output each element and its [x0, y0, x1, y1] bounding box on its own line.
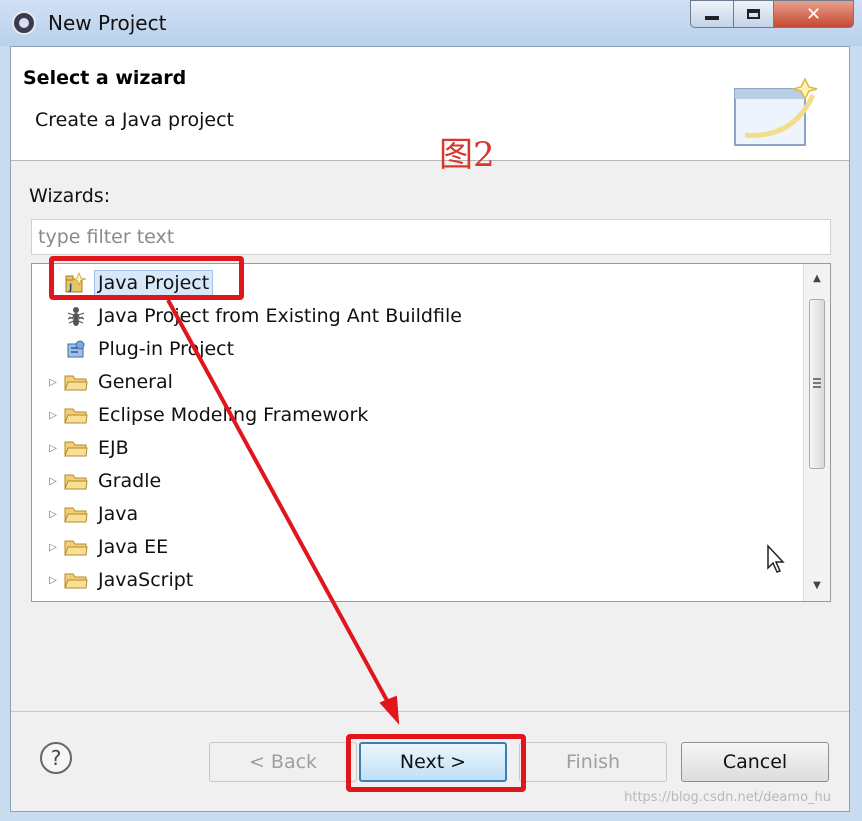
tree-item-label: Java Project from Existing Ant Buildfile — [98, 305, 462, 327]
grip-icon — [813, 378, 821, 380]
folder-icon — [64, 403, 88, 427]
scroll-up-icon[interactable]: ▲ — [804, 268, 830, 290]
watermark: https://blog.csdn.net/deamo_hu — [624, 790, 831, 805]
footer-divider — [11, 711, 849, 712]
mouse-cursor-icon — [767, 544, 785, 573]
cancel-button[interactable]: Cancel — [681, 742, 829, 782]
folder-icon — [64, 436, 88, 460]
folder-icon — [64, 370, 88, 394]
tree-item-plugin-project[interactable]: Plug-in Project — [46, 334, 234, 364]
tree-item-java-ee[interactable]: ▷ Java EE — [46, 532, 168, 562]
finish-button[interactable]: Finish — [519, 742, 667, 782]
banner-subtitle: Create a Java project — [35, 109, 234, 131]
tree-item-ant-buildfile[interactable]: Java Project from Existing Ant Buildfile — [46, 301, 462, 331]
ant-icon — [64, 304, 88, 328]
tree-item-emf[interactable]: ▷ Eclipse Modeling Framework — [46, 400, 368, 430]
maximize-button[interactable] — [734, 0, 774, 28]
svg-text:J: J — [68, 283, 72, 293]
new-project-dialog: Select a wizard Create a Java project 图2… — [10, 46, 850, 812]
tree-item-label: JavaScript — [98, 569, 194, 591]
plugin-project-icon — [64, 337, 88, 361]
help-glyph: ? — [51, 746, 62, 770]
tree-item-javascript[interactable]: ▷ JavaScript — [46, 565, 193, 595]
tree-item-label: Gradle — [98, 470, 162, 492]
folder-icon — [64, 535, 88, 559]
filter-input[interactable] — [31, 219, 831, 255]
wizard-tree[interactable]: J Java Project Java Project from Existin… — [31, 263, 831, 602]
help-icon[interactable]: ? — [39, 741, 73, 775]
expand-arrow-icon[interactable]: ▷ — [46, 476, 60, 487]
wizards-label: Wizards: — [29, 185, 111, 207]
tree-item-label: EJB — [98, 437, 129, 459]
tree-item-java-project[interactable]: J Java Project — [46, 268, 214, 298]
tree-item-ejb[interactable]: ▷ EJB — [46, 433, 129, 463]
banner-title: Select a wizard — [23, 67, 187, 89]
scroll-down-icon[interactable]: ▼ — [804, 575, 830, 597]
tree-item-general[interactable]: ▷ General — [46, 367, 173, 397]
maximize-icon — [747, 9, 760, 19]
eclipse-icon — [12, 11, 36, 35]
vertical-scrollbar[interactable]: ▲ ▼ — [803, 264, 830, 601]
tree-item-label: Plug-in Project — [98, 338, 235, 360]
close-icon: ✕ — [805, 3, 822, 25]
expand-arrow-icon[interactable]: ▷ — [46, 377, 60, 388]
expand-arrow-icon[interactable]: ▷ — [46, 575, 60, 586]
next-button[interactable]: Next > — [359, 742, 507, 782]
tree-item-label: Java — [98, 503, 139, 525]
close-button[interactable]: ✕ — [774, 0, 854, 28]
window-titlebar: New Project ✕ — [0, 0, 862, 46]
scroll-thumb[interactable] — [809, 299, 825, 469]
minimize-icon — [705, 16, 719, 20]
tree-item-gradle[interactable]: ▷ Gradle — [46, 466, 161, 496]
tree-item-label: Java EE — [98, 536, 169, 558]
window-title: New Project — [48, 11, 167, 35]
tree-item-java[interactable]: ▷ Java — [46, 499, 138, 529]
expand-arrow-icon[interactable]: ▷ — [46, 443, 60, 454]
tree-item-label: Eclipse Modeling Framework — [98, 404, 369, 426]
tree-item-label: Java Project — [94, 270, 214, 296]
wizard-banner: Select a wizard Create a Java project 图2 — [11, 47, 849, 175]
expand-arrow-icon[interactable]: ▷ — [46, 410, 60, 421]
folder-icon — [64, 469, 88, 493]
folder-icon — [64, 502, 88, 526]
wizard-banner-icon — [734, 77, 818, 146]
folder-icon — [64, 568, 88, 592]
window-controls: ✕ — [690, 0, 854, 30]
expand-arrow-icon[interactable]: ▷ — [46, 542, 60, 553]
expand-arrow-icon[interactable]: ▷ — [46, 509, 60, 520]
java-project-icon: J — [64, 271, 88, 295]
annotation-label: 图2 — [439, 135, 495, 175]
minimize-button[interactable] — [690, 0, 734, 28]
back-button[interactable]: < Back — [209, 742, 357, 782]
tree-item-label: General — [98, 371, 173, 393]
